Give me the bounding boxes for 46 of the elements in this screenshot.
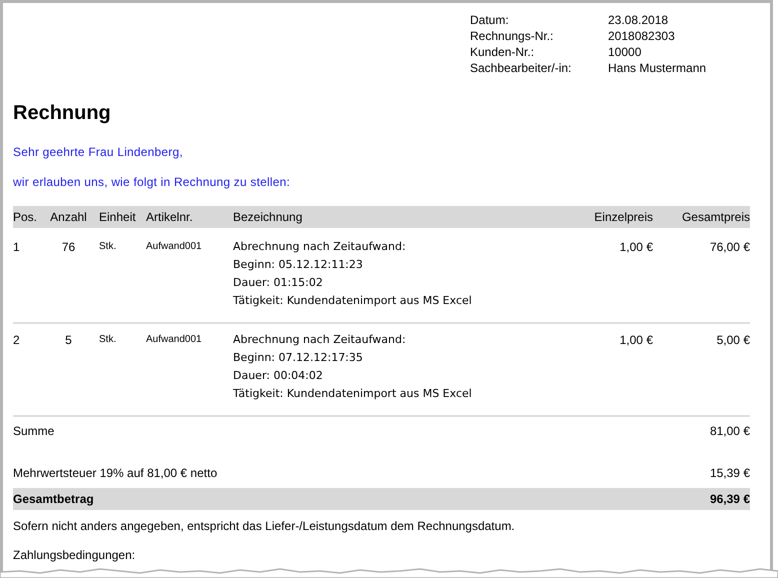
summary-amount: 15,39 € [710, 465, 750, 482]
description-line: Dauer: 00:04:02 [233, 368, 324, 384]
meta-label: Kunden-Nr.: [470, 45, 536, 59]
table-cell-text: 1,00 € [618, 332, 653, 349]
summary-label: Mehrwertsteuer 19% auf 81,00 € netto [13, 465, 218, 482]
description-line: Dauer: 01:15:02 [233, 275, 324, 291]
column-header: Bezeichnung [233, 210, 304, 224]
table-cell-text: Aufwand001 [146, 333, 203, 347]
description-line: Tätigkeit: Kundendatenimport aus MS Excel [233, 293, 473, 309]
column-header: Einzelpreis [593, 210, 653, 224]
meta-value: 2018082303 [608, 29, 676, 43]
table-cell-text: 76,00 € [708, 239, 750, 256]
column-header: Artikelnr. [146, 210, 194, 224]
summary-amount: 81,00 € [710, 423, 750, 440]
summary-label: Gesamtbetrag [13, 491, 94, 508]
meta-value: 10000 [608, 45, 642, 59]
table-cell-text: 76 [60, 239, 76, 256]
summary-label: Summe [13, 423, 54, 440]
summary-amount: 96,39 € [710, 491, 750, 508]
description-line: Beginn: 07.12.12:17:35 [233, 350, 364, 366]
description-line: Abrechnung nach Zeitaufwand: [233, 332, 407, 348]
description-line: Abrechnung nach Zeitaufwand: [233, 239, 407, 255]
invoice-title: Rechnung [13, 101, 112, 125]
greeting: Sehr geehrte Frau Lindenberg, [13, 145, 184, 159]
description-line: Beginn: 05.12.12:11:23 [233, 257, 364, 273]
table-cell-text: 2 [13, 332, 21, 349]
column-header: Gesamtpreis [680, 210, 750, 224]
intro-text: wir erlauben uns, wie folgt in Rechnung zu stellen: [13, 175, 292, 189]
meta-label: Sachbearbeiter/-in: [470, 61, 572, 75]
description-line: Tätigkeit: Kundendatenimport aus MS Excel [233, 386, 473, 402]
table-cell-text: Stk. [98, 333, 118, 347]
table-cell-text: 5,00 € [716, 332, 750, 349]
note-text: Sofern nicht anders angegeben, entspricht das Liefer-/Leistungsdatum dem Rechnungsdatum. [13, 518, 516, 534]
note-text: Zahlungsbedingungen: [13, 547, 136, 563]
meta-value: 23.08.2018 [608, 13, 670, 27]
meta-label: Rechnungs-Nr.: [470, 29, 554, 43]
table-cell-text: Aufwand001 [146, 240, 203, 254]
table-cell-text: 1 [13, 239, 21, 256]
column-header: Pos. [13, 210, 38, 224]
table-cell-text: Stk. [98, 240, 118, 254]
meta-value: Hans Mustermann [608, 61, 708, 75]
table-cell-text: 5 [64, 332, 73, 349]
meta-label: Datum: [470, 13, 510, 27]
column-header: Einheit [98, 210, 137, 224]
table-cell-text: 1,00 € [618, 239, 653, 256]
column-header: Anzahl [49, 210, 88, 224]
